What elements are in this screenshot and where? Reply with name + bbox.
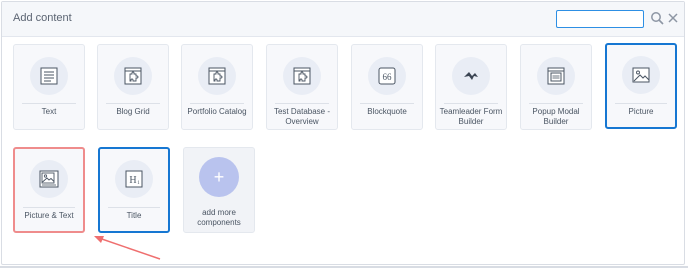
svg-text:H: H bbox=[129, 175, 136, 186]
quote-icon: 66 bbox=[368, 57, 406, 95]
teamleader-icon bbox=[452, 57, 490, 95]
tile-label: Picture & Text bbox=[24, 211, 74, 220]
tile-label: Picture bbox=[628, 107, 654, 116]
puzzle-icon bbox=[114, 57, 152, 95]
tile-popup-modal-builder[interactable]: Popup Modal Builder bbox=[520, 44, 592, 130]
tile-label: Portfolio Catalog bbox=[187, 107, 247, 116]
add-more-components-tile[interactable]: + add more components bbox=[183, 147, 255, 233]
add-content-dialog: Add content Text Blog Grid Portfolio Cat… bbox=[1, 1, 685, 265]
title-icon: H 1 bbox=[115, 160, 153, 198]
tile-picture-and-text[interactable]: Picture & Text bbox=[13, 147, 85, 233]
search-icon[interactable] bbox=[650, 11, 664, 25]
dialog-header: Add content bbox=[2, 2, 684, 37]
tile-blockquote[interactable]: 66 Blockquote bbox=[351, 44, 423, 130]
close-icon[interactable] bbox=[666, 11, 680, 25]
tile-portfolio-catalog[interactable]: Portfolio Catalog bbox=[181, 44, 253, 130]
dialog-title: Add content bbox=[13, 12, 72, 24]
search-input[interactable] bbox=[556, 10, 644, 28]
tile-text[interactable]: Text bbox=[13, 44, 85, 130]
tile-label: Teamleader Form Builder bbox=[439, 107, 503, 126]
picture-text-icon bbox=[30, 160, 68, 198]
tile-label: Blockquote bbox=[367, 107, 407, 116]
tile-teamleader-form-builder[interactable]: Teamleader Form Builder bbox=[435, 44, 507, 130]
picture-icon bbox=[622, 56, 660, 94]
puzzle-icon bbox=[198, 57, 236, 95]
tile-test-database-overview[interactable]: Test Database - Overview bbox=[266, 44, 338, 130]
puzzle-icon bbox=[283, 57, 321, 95]
annotation-arrow-icon bbox=[94, 236, 161, 260]
tile-blog-grid[interactable]: Blog Grid bbox=[97, 44, 169, 130]
plus-icon: + bbox=[199, 157, 239, 197]
tile-title[interactable]: H 1 Title bbox=[98, 147, 170, 233]
text-icon bbox=[30, 57, 68, 95]
tile-label: Test Database - Overview bbox=[273, 107, 331, 126]
tile-label: Text bbox=[41, 107, 57, 116]
tile-label: Blog Grid bbox=[116, 107, 150, 116]
svg-text:66: 66 bbox=[383, 72, 393, 82]
add-more-label: add more components bbox=[197, 208, 241, 227]
tile-picture[interactable]: Picture bbox=[605, 43, 677, 129]
tile-label: Popup Modal Builder bbox=[532, 107, 580, 126]
popup-icon bbox=[537, 57, 575, 95]
